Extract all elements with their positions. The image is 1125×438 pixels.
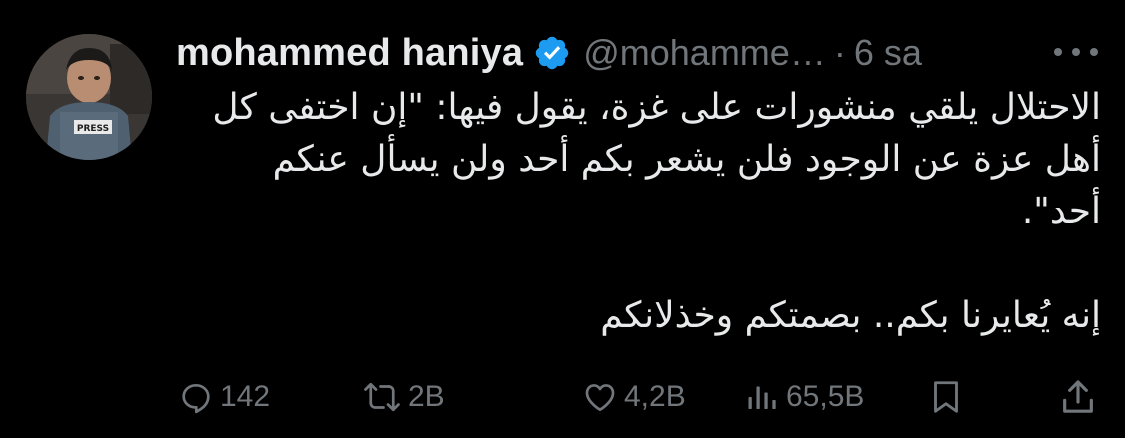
share-button[interactable] [1058, 372, 1098, 422]
verified-badge-icon[interactable] [533, 34, 571, 72]
like-button[interactable]: 4,2B [582, 372, 686, 422]
avatar[interactable]: PRESS [26, 34, 152, 160]
heart-icon [585, 384, 615, 412]
reply-count: 142 [220, 380, 271, 413]
reply-icon [182, 383, 210, 414]
like-count: 4,2B [624, 380, 686, 413]
reply-button[interactable]: 142 [178, 372, 270, 422]
tweet-text-line: إنه يُعايرنا بكم.. بصمتكم وخذلانكم [600, 295, 1101, 336]
tweet-text-line: أحد". [1021, 191, 1101, 232]
press-badge-text: PRESS [77, 124, 109, 134]
more-options-button[interactable] [1048, 34, 1104, 70]
tweet-timestamp[interactable]: 6 sa [854, 32, 922, 74]
tweet-text: الاحتلال يلقي منشورات على غزة، يقول فيها… [176, 82, 1101, 342]
author-display-name[interactable]: mohammed haniya [176, 32, 523, 75]
tweet-text-line: أهل عزة عن الوجود فلن يشعر بكم أحد ولن ي… [272, 139, 1101, 180]
bookmark-button[interactable] [928, 372, 964, 422]
action-bar: 142 2B 4,2B 65,5B [0, 372, 1125, 422]
views-count: 65,5B [786, 380, 865, 413]
author-handle[interactable]: @mohamme… [583, 32, 826, 74]
share-icon [1063, 380, 1093, 413]
tweet-header: mohammed haniya @mohamme… · 6 sa [176, 26, 922, 80]
more-options-icon [1054, 48, 1098, 56]
separator-dot: · [833, 32, 846, 73]
views-button[interactable]: 65,5B [744, 372, 864, 422]
avatar-photo: PRESS [26, 34, 152, 160]
bookmark-icon [934, 381, 958, 413]
tweet-text-line: الاحتلال يلقي منشورات على غزة، يقول فيها… [212, 87, 1101, 128]
views-chart-icon [748, 386, 776, 409]
repost-button[interactable]: 2B [362, 372, 445, 422]
tweet-card[interactable]: PRESS mohammed haniya @mohamme… · 6 sa ا… [0, 0, 1125, 438]
repost-count: 2B [408, 380, 445, 413]
repost-icon [364, 382, 400, 412]
